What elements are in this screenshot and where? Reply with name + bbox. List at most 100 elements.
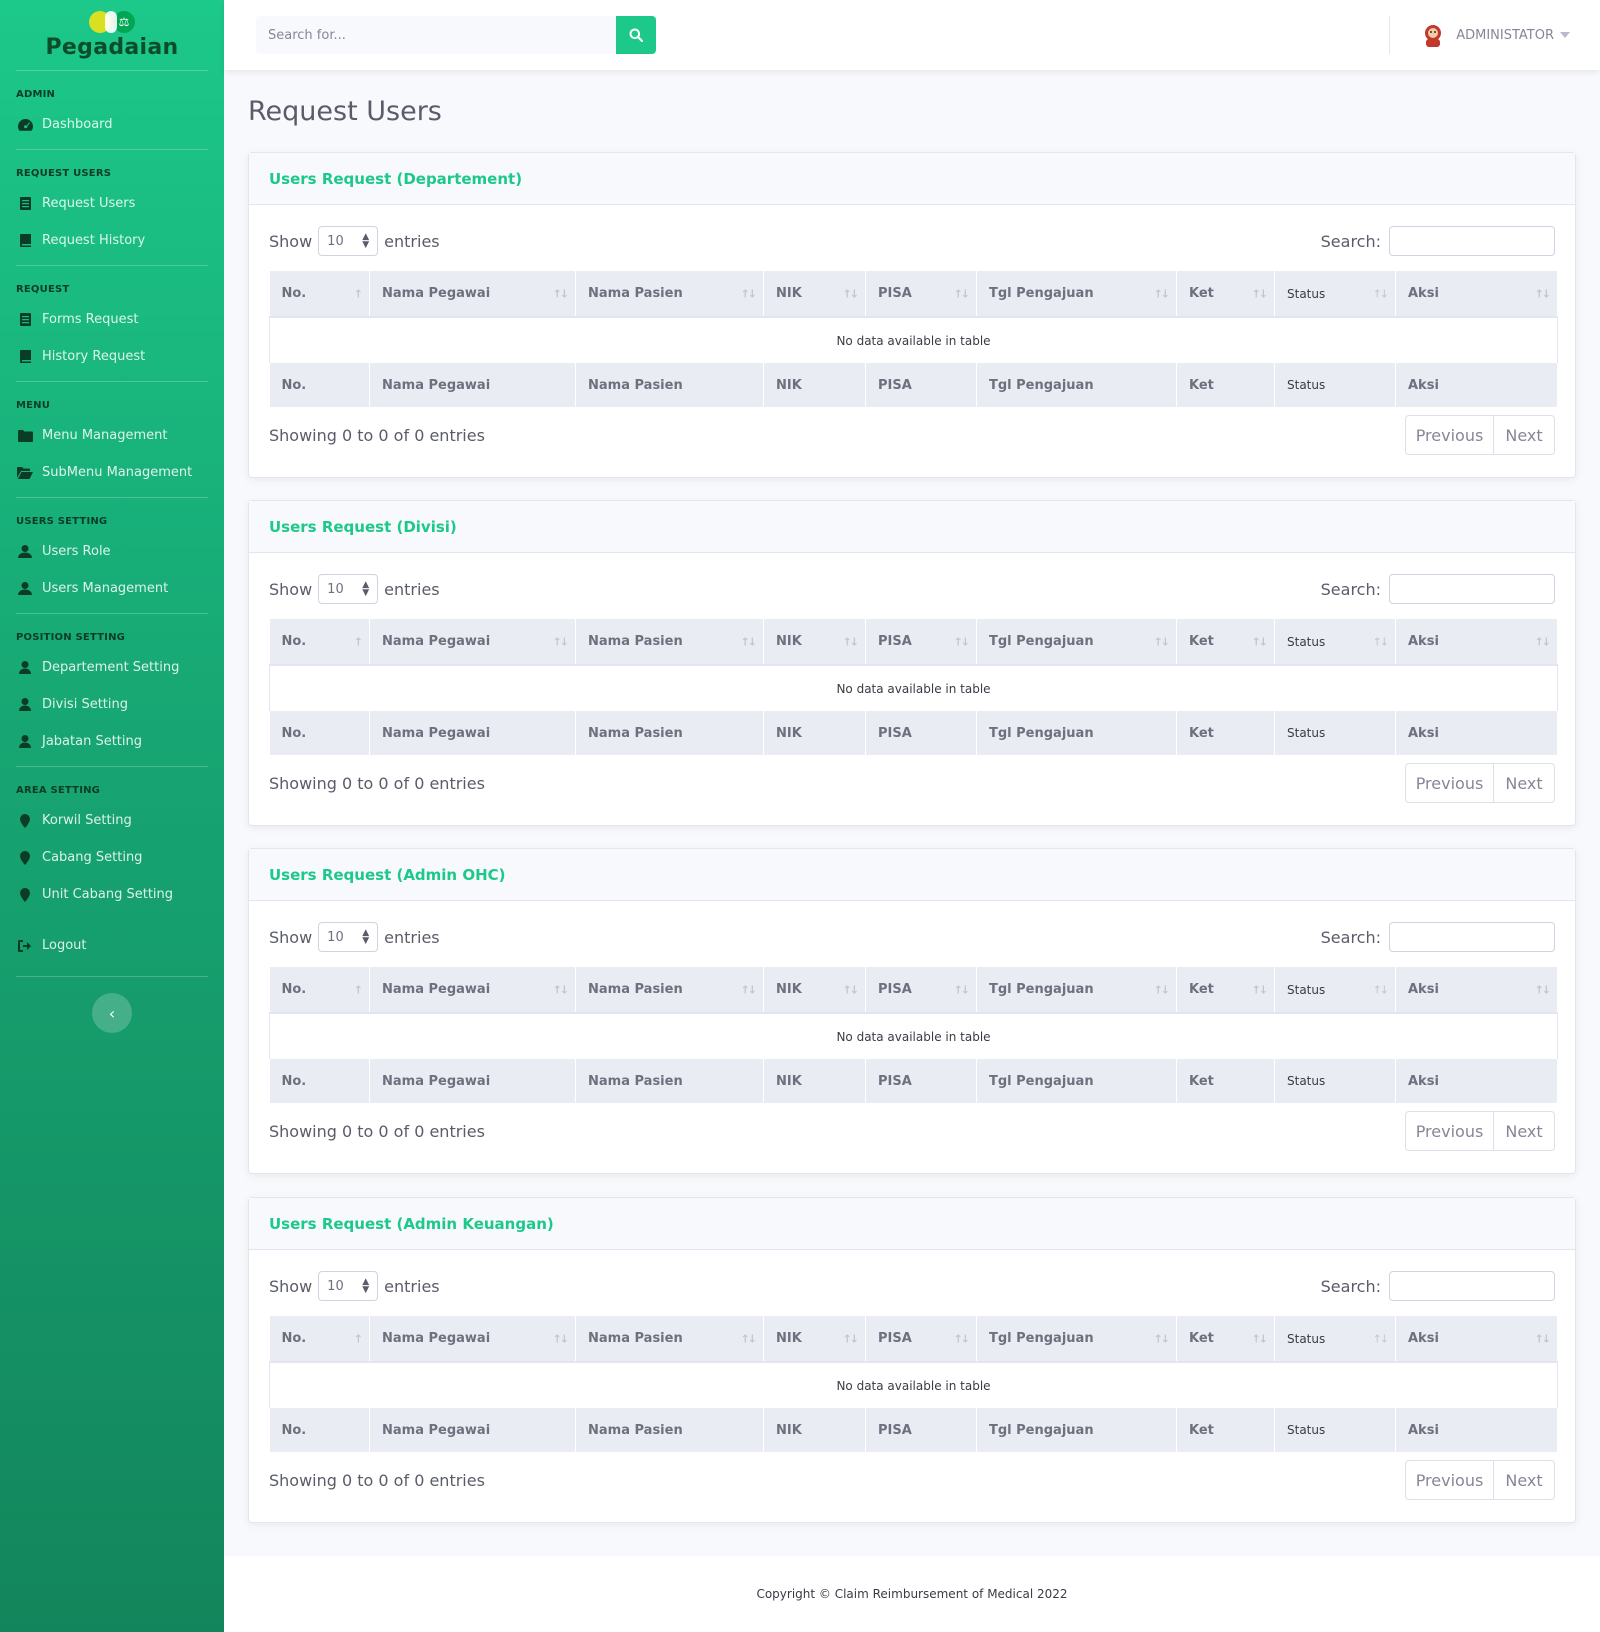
column-header[interactable]: Aksi ↑↓ xyxy=(1395,1316,1558,1363)
table-search-input[interactable] xyxy=(1389,1271,1555,1301)
column-header[interactable]: Status ↑↓ xyxy=(1274,619,1396,666)
sort-icon: ↑↓ xyxy=(1153,983,1171,996)
user-name[interactable]: ADMINISTATOR xyxy=(1456,28,1554,43)
sidebar-item-forms-request[interactable]: Forms Request xyxy=(0,301,224,338)
column-header[interactable]: Status ↑↓ xyxy=(1274,271,1396,318)
column-header[interactable]: Ket ↑↓ xyxy=(1176,1316,1275,1363)
column-header[interactable]: Ket ↑↓ xyxy=(1176,619,1275,666)
column-header[interactable]: Nama Pegawai ↑↓ xyxy=(369,271,576,318)
sidebar-item-label: Dashboard xyxy=(42,117,113,132)
previous-button[interactable]: Previous xyxy=(1406,1112,1494,1150)
column-footer-label: Nama Pasien xyxy=(588,725,683,741)
page-size-select[interactable]: 10 ▲ ▼ xyxy=(318,922,379,952)
sidebar-item-users-role[interactable]: Users Role xyxy=(0,533,224,570)
table-search-input[interactable] xyxy=(1389,226,1555,256)
sidebar-item-divisi-setting[interactable]: Divisi Setting xyxy=(0,686,224,723)
column-header[interactable]: Ket ↑↓ xyxy=(1176,271,1275,318)
column-footer-label: Status xyxy=(1287,726,1326,740)
sort-icon: ↑↓ xyxy=(552,287,570,300)
column-header[interactable]: Aksi ↑↓ xyxy=(1395,619,1558,666)
column-header-label: Tgl Pengajuan xyxy=(989,982,1094,997)
search-label: Search: xyxy=(1320,1276,1381,1296)
page-size-select[interactable]: 10 ▲ ▼ xyxy=(318,1271,379,1301)
search-input[interactable]: Search for... xyxy=(256,16,616,54)
sort-icon: ↑↓ xyxy=(1372,287,1390,300)
column-header[interactable]: Nama Pegawai ↑↓ xyxy=(369,619,576,666)
column-header[interactable]: Nama Pegawai ↑↓ xyxy=(369,1316,576,1363)
column-header[interactable]: Nama Pasien ↑↓ xyxy=(575,1316,764,1363)
column-header[interactable]: Status ↑↓ xyxy=(1274,967,1396,1014)
column-header[interactable]: Ket ↑↓ xyxy=(1176,967,1275,1014)
brand[interactable]: ⚖ Pegadaian xyxy=(0,0,224,70)
previous-button[interactable]: Previous xyxy=(1406,764,1494,802)
column-header[interactable]: NIK ↑↓ xyxy=(763,619,866,666)
search-button[interactable] xyxy=(616,16,656,54)
column-footer-label: PISA xyxy=(878,1073,912,1089)
previous-button[interactable]: Previous xyxy=(1406,1461,1494,1499)
column-header-label: No. xyxy=(281,286,307,301)
search-icon xyxy=(629,28,643,42)
column-header[interactable]: No. ↑ xyxy=(269,1316,370,1363)
table-search-input[interactable] xyxy=(1389,922,1555,952)
table-body: No data available in table xyxy=(269,1013,1558,1059)
sidebar-item-dashboard[interactable]: Dashboard xyxy=(0,106,224,143)
column-header[interactable]: Status ↑↓ xyxy=(1274,1316,1396,1363)
sidebar-item-request-users[interactable]: Request Users xyxy=(0,185,224,222)
column-header[interactable]: Nama Pegawai ↑↓ xyxy=(369,967,576,1014)
table-footer-row: No. Nama Pegawai Nama Pasien NIK PISA Tgl Pen… xyxy=(269,711,1558,755)
sidebar-toggle-button[interactable]: ‹ xyxy=(92,993,132,1033)
page-size-select[interactable]: 10 ▲ ▼ xyxy=(318,226,379,256)
entries-label: entries xyxy=(384,1276,440,1296)
column-header[interactable]: No. ↑ xyxy=(269,619,370,666)
column-header-label: PISA xyxy=(878,982,912,997)
next-button[interactable]: Next xyxy=(1494,764,1554,802)
table-search: Search: xyxy=(1321,922,1555,952)
column-header[interactable]: NIK ↑↓ xyxy=(763,271,866,318)
sidebar-item-users-management[interactable]: Users Management xyxy=(0,570,224,607)
previous-button[interactable]: Previous xyxy=(1406,416,1494,454)
sidebar-item-menu-management[interactable]: Menu Management xyxy=(0,417,224,454)
sidebar-item-label: Unit Cabang Setting xyxy=(42,887,174,902)
sidebar-item-history-request[interactable]: History Request xyxy=(0,338,224,375)
next-button[interactable]: Next xyxy=(1494,416,1554,454)
table-body: No data available in table xyxy=(269,1362,1558,1408)
column-header[interactable]: Tgl Pengajuan ↑↓ xyxy=(976,619,1177,666)
sidebar-item-request-history[interactable]: Request History xyxy=(0,222,224,259)
column-header[interactable]: NIK ↑↓ xyxy=(763,967,866,1014)
sidebar-item-korwil-setting[interactable]: Korwil Setting xyxy=(0,802,224,839)
sidebar-item-logout[interactable]: Logout xyxy=(0,927,224,964)
select-arrows-icon: ▲ ▼ xyxy=(362,580,370,598)
table-search-input[interactable] xyxy=(1389,574,1555,604)
sidebar-item-cabang-setting[interactable]: Cabang Setting xyxy=(0,839,224,876)
column-header[interactable]: PISA ↑↓ xyxy=(865,1316,977,1363)
sidebar-item-jabatan-setting[interactable]: Jabatan Setting xyxy=(0,723,224,760)
sidebar-item-departement-setting[interactable]: Departement Setting xyxy=(0,649,224,686)
column-footer-label: Aksi xyxy=(1408,1073,1439,1089)
column-header[interactable]: Tgl Pengajuan ↑↓ xyxy=(976,967,1177,1014)
caret-down-icon[interactable] xyxy=(1560,32,1570,38)
sort-icon: ↑↓ xyxy=(953,287,971,300)
sidebar-item-unit-cabang-setting[interactable]: Unit Cabang Setting xyxy=(0,876,224,913)
column-header[interactable]: Aksi ↑↓ xyxy=(1395,271,1558,318)
next-button[interactable]: Next xyxy=(1494,1112,1554,1150)
sidebar-item-submenu-management[interactable]: SubMenu Management xyxy=(0,454,224,491)
column-header[interactable]: PISA ↑↓ xyxy=(865,271,977,318)
column-header[interactable]: Tgl Pengajuan ↑↓ xyxy=(976,271,1177,318)
empty-message: No data available in table xyxy=(269,1362,1558,1408)
select-arrows-icon: ▲ ▼ xyxy=(362,928,370,946)
column-header[interactable]: No. ↑ xyxy=(269,967,370,1014)
column-header[interactable]: No. ↑ xyxy=(269,271,370,318)
column-header[interactable]: Nama Pasien ↑↓ xyxy=(575,271,764,318)
data-table: No. ↑ Nama Pegawai ↑↓ Nama Pasien ↑↓ NIK ↑↓ PISA… xyxy=(269,271,1558,407)
next-button[interactable]: Next xyxy=(1494,1461,1554,1499)
column-header[interactable]: Nama Pasien ↑↓ xyxy=(575,967,764,1014)
avatar[interactable] xyxy=(1418,20,1448,50)
column-header[interactable]: Aksi ↑↓ xyxy=(1395,967,1558,1014)
column-header[interactable]: NIK ↑↓ xyxy=(763,1316,866,1363)
column-header[interactable]: PISA ↑↓ xyxy=(865,967,977,1014)
column-header[interactable]: Nama Pasien ↑↓ xyxy=(575,619,764,666)
column-header[interactable]: PISA ↑↓ xyxy=(865,619,977,666)
table-controls: Show 10 ▲ ▼ entries Search: xyxy=(269,1270,1555,1302)
page-size-select[interactable]: 10 ▲ ▼ xyxy=(318,574,379,604)
column-header[interactable]: Tgl Pengajuan ↑↓ xyxy=(976,1316,1177,1363)
